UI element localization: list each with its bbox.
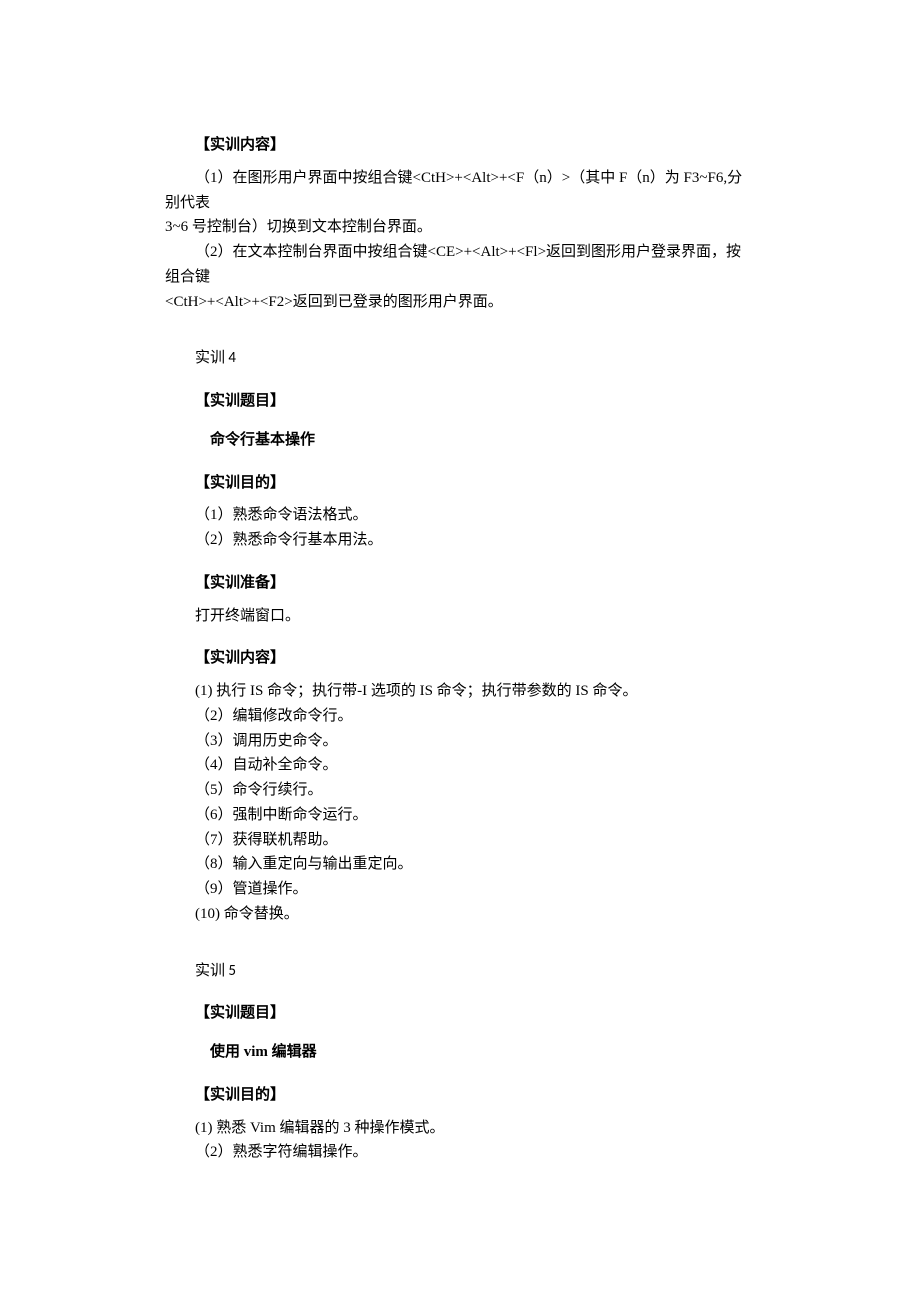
training4-content-item3: （3）调用历史命令。	[165, 729, 755, 754]
training4-label: 实训 4	[165, 346, 755, 371]
training3-item2-line2: <CtH>+<Alt>+<F2>返回到已登录的图形用户界面。	[165, 290, 755, 315]
training4-goal-item2: （2）熟悉命令行基本用法。	[165, 528, 755, 553]
training4-content-item9: （9）管道操作。	[165, 877, 755, 902]
training3-content-header: 【实训内容】	[165, 133, 755, 158]
training5-label: 实训 5	[165, 959, 755, 984]
training3-item1-line2: 3~6 号控制台）切换到文本控制台界面。	[165, 215, 755, 240]
training4-topic-title: 命令行基本操作	[165, 428, 755, 453]
training4-content-item5: （5）命令行续行。	[165, 778, 755, 803]
training5-topic-header: 【实训题目】	[165, 1001, 755, 1026]
training3-item1-line1: （1）在图形用户界面中按组合键<CtH>+<Alt>+<F（n）>（其中 F（n…	[165, 166, 755, 216]
training4-topic-header: 【实训题目】	[165, 389, 755, 414]
training5-goal-item2: （2）熟悉字符编辑操作。	[165, 1140, 755, 1165]
document-page: 【实训内容】 （1）在图形用户界面中按组合键<CtH>+<Alt>+<F（n）>…	[0, 0, 920, 1225]
training4-goal-header: 【实训目的】	[165, 471, 755, 496]
training4-content-item2: （2）编辑修改命令行。	[165, 704, 755, 729]
training4-content-item8: （8）输入重定向与输出重定向。	[165, 852, 755, 877]
training4-content-item6: （6）强制中断命令运行。	[165, 803, 755, 828]
training4-prep-header: 【实训准备】	[165, 571, 755, 596]
training4-content-item1: (1) 执行 IS 命令；执行带-I 选项的 IS 命令；执行带参数的 IS 命…	[165, 679, 755, 704]
training5-goal-header: 【实训目的】	[165, 1083, 755, 1108]
training4-content-item4: （4）自动补全命令。	[165, 753, 755, 778]
training4-content-header: 【实训内容】	[165, 646, 755, 671]
training3-item2-line1: （2）在文本控制台界面中按组合键<CE>+<Alt>+<Fl>返回到图形用户登录…	[165, 240, 755, 290]
training4-goal-item1: （1）熟悉命令语法格式。	[165, 503, 755, 528]
training4-content-item10: (10) 命令替换。	[165, 902, 755, 927]
training5-topic-title: 使用 vim 编辑器	[165, 1040, 755, 1065]
training4-prep-text: 打开终端窗口。	[165, 604, 755, 629]
training4-content-item7: （7）获得联机帮助。	[165, 828, 755, 853]
training5-goal-item1: (1) 熟悉 Vim 编辑器的 3 种操作模式。	[165, 1116, 755, 1141]
